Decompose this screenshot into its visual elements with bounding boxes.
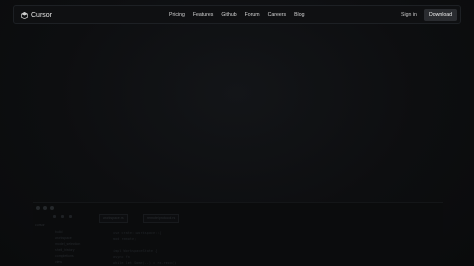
nav-link-github[interactable]: Github	[221, 10, 236, 21]
file-tree-item: workspace	[55, 236, 72, 240]
file-tree-item: model_selection	[55, 242, 81, 246]
download-button[interactable]: Download	[424, 9, 457, 21]
top-navigation-bar: Cursor Pricing Features Github Forum Car…	[13, 5, 461, 24]
maximize-window-dot	[50, 206, 54, 210]
sidebar-label: cursor	[35, 223, 45, 227]
editor-toolbar	[53, 215, 72, 218]
file-tree-item: view	[55, 260, 63, 264]
page: Cursor Pricing Features Github Forum Car…	[0, 0, 474, 266]
nav-link-forum[interactable]: Forum	[245, 10, 260, 21]
file-tree-item: build	[55, 230, 63, 234]
nav-link-features[interactable]: Features	[193, 10, 213, 21]
code-line: async fn	[113, 255, 130, 259]
file-tree-item: shell_history	[55, 248, 75, 252]
close-window-dot	[36, 206, 40, 210]
window-controls	[36, 206, 54, 210]
sign-in-link[interactable]: Sign in	[401, 10, 417, 21]
code-line: impl WorkspaceState {	[113, 249, 158, 253]
nav-link-pricing[interactable]: Pricing	[169, 10, 185, 21]
files-icon	[53, 215, 56, 218]
code-line: mod remote;	[113, 237, 137, 241]
editor-tab: workspace.rs	[99, 214, 128, 223]
source-control-icon	[69, 215, 72, 218]
search-icon	[61, 215, 64, 218]
nav-link-careers[interactable]: Careers	[268, 10, 286, 21]
code-line: while let Some(..) = rx.recv()	[113, 261, 177, 265]
code-line: use crate::workspace::{	[113, 231, 162, 235]
minimize-window-dot	[43, 206, 47, 210]
brand[interactable]: Cursor	[21, 10, 52, 21]
nav-link-blog[interactable]: Blog	[294, 10, 304, 21]
nav-links: Pricing Features Github Forum Careers Bl…	[169, 10, 304, 21]
brand-name: Cursor	[31, 12, 53, 19]
cursor-logo-icon	[21, 12, 28, 19]
editor-preview: workspace.rs remote/protocol.rs cursor b…	[33, 202, 443, 266]
editor-tab: remote/protocol.rs	[143, 214, 180, 223]
file-tree-item: completions	[55, 254, 74, 258]
